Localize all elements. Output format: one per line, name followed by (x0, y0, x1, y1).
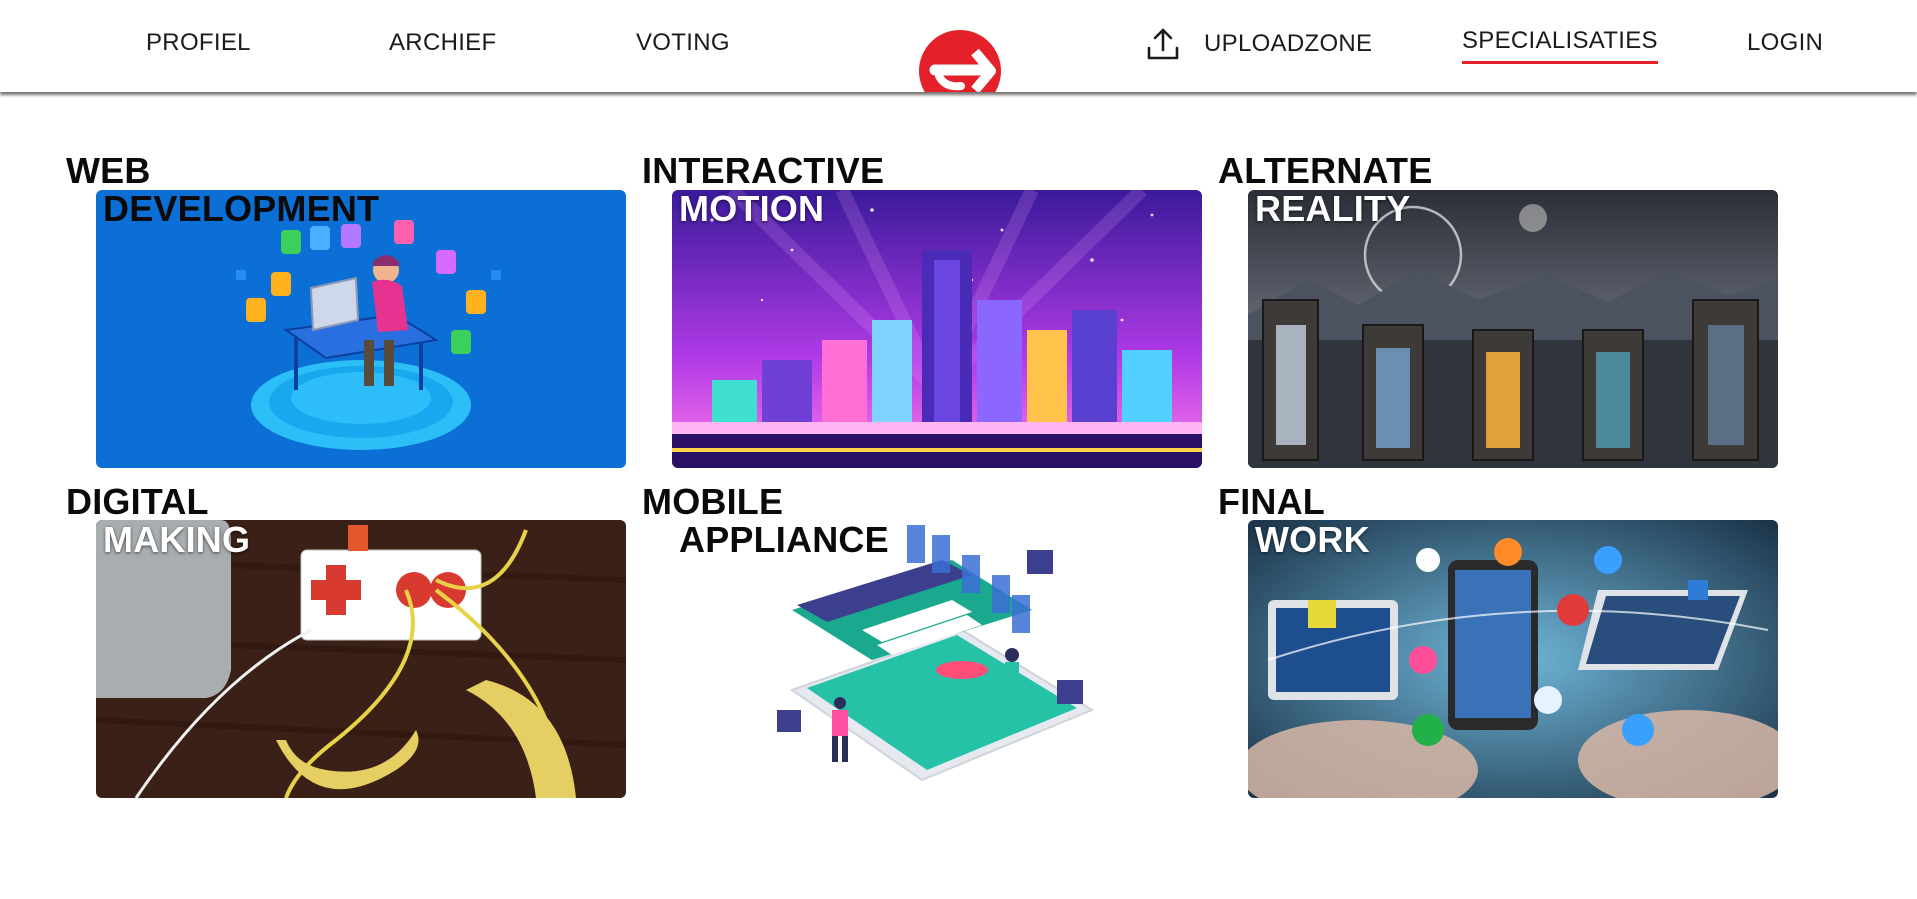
isometric-phone-illustration (672, 520, 1202, 798)
tile-title: ALTERNATE REALITY (1218, 152, 1432, 228)
tile-title-line2: DEVELOPMENT (103, 188, 380, 229)
nav-specialisaties[interactable]: SPECIALISATIES (1462, 26, 1658, 64)
e-logo-icon[interactable] (915, 26, 1005, 92)
top-nav: PROFIEL ARCHIEF VOTING UPLOADZONE SPECIA… (0, 0, 1917, 92)
tile-title-line1: MOBILE (642, 481, 784, 522)
developer-at-desk-illustration (96, 190, 626, 468)
devices-icons-hands-photo (1248, 520, 1778, 798)
tile-title-line1: DIGITAL (66, 481, 209, 522)
tile-title-line2: APPLIANCE (679, 519, 889, 560)
tile-title-line2: REALITY (1255, 188, 1411, 229)
tile-title-line1: INTERACTIVE (642, 150, 885, 191)
tile-title: MOBILE APPLIANCE (642, 483, 889, 559)
tile-title: WEB DEVELOPMENT (66, 152, 379, 228)
tile-title-line1: ALTERNATE (1218, 150, 1433, 191)
tile-title: DIGITAL MAKING (66, 483, 250, 559)
tile-title-line2: WORK (1255, 519, 1370, 560)
nav-login[interactable]: LOGIN (1747, 28, 1823, 58)
tile-title-line1: WEB (66, 150, 151, 191)
tile-title: INTERACTIVE MOTION (642, 152, 884, 228)
nav-archief[interactable]: ARCHIEF (389, 28, 496, 58)
tile-title: FINAL WORK (1218, 483, 1370, 559)
makey-makey-banana-photo (96, 520, 626, 798)
tile-title-line1: FINAL (1218, 481, 1325, 522)
nav-profiel[interactable]: PROFIEL (146, 28, 251, 58)
nav-voting[interactable]: VOTING (636, 28, 730, 58)
tile-title-line2: MAKING (103, 519, 251, 560)
tile-title-line2: MOTION (679, 188, 825, 229)
nav-uploadzone[interactable]: UPLOADZONE (1204, 29, 1372, 59)
neon-purple-city-illustration (672, 190, 1202, 468)
upload-icon[interactable] (1145, 26, 1181, 62)
portals-landscape-image (1248, 190, 1778, 468)
